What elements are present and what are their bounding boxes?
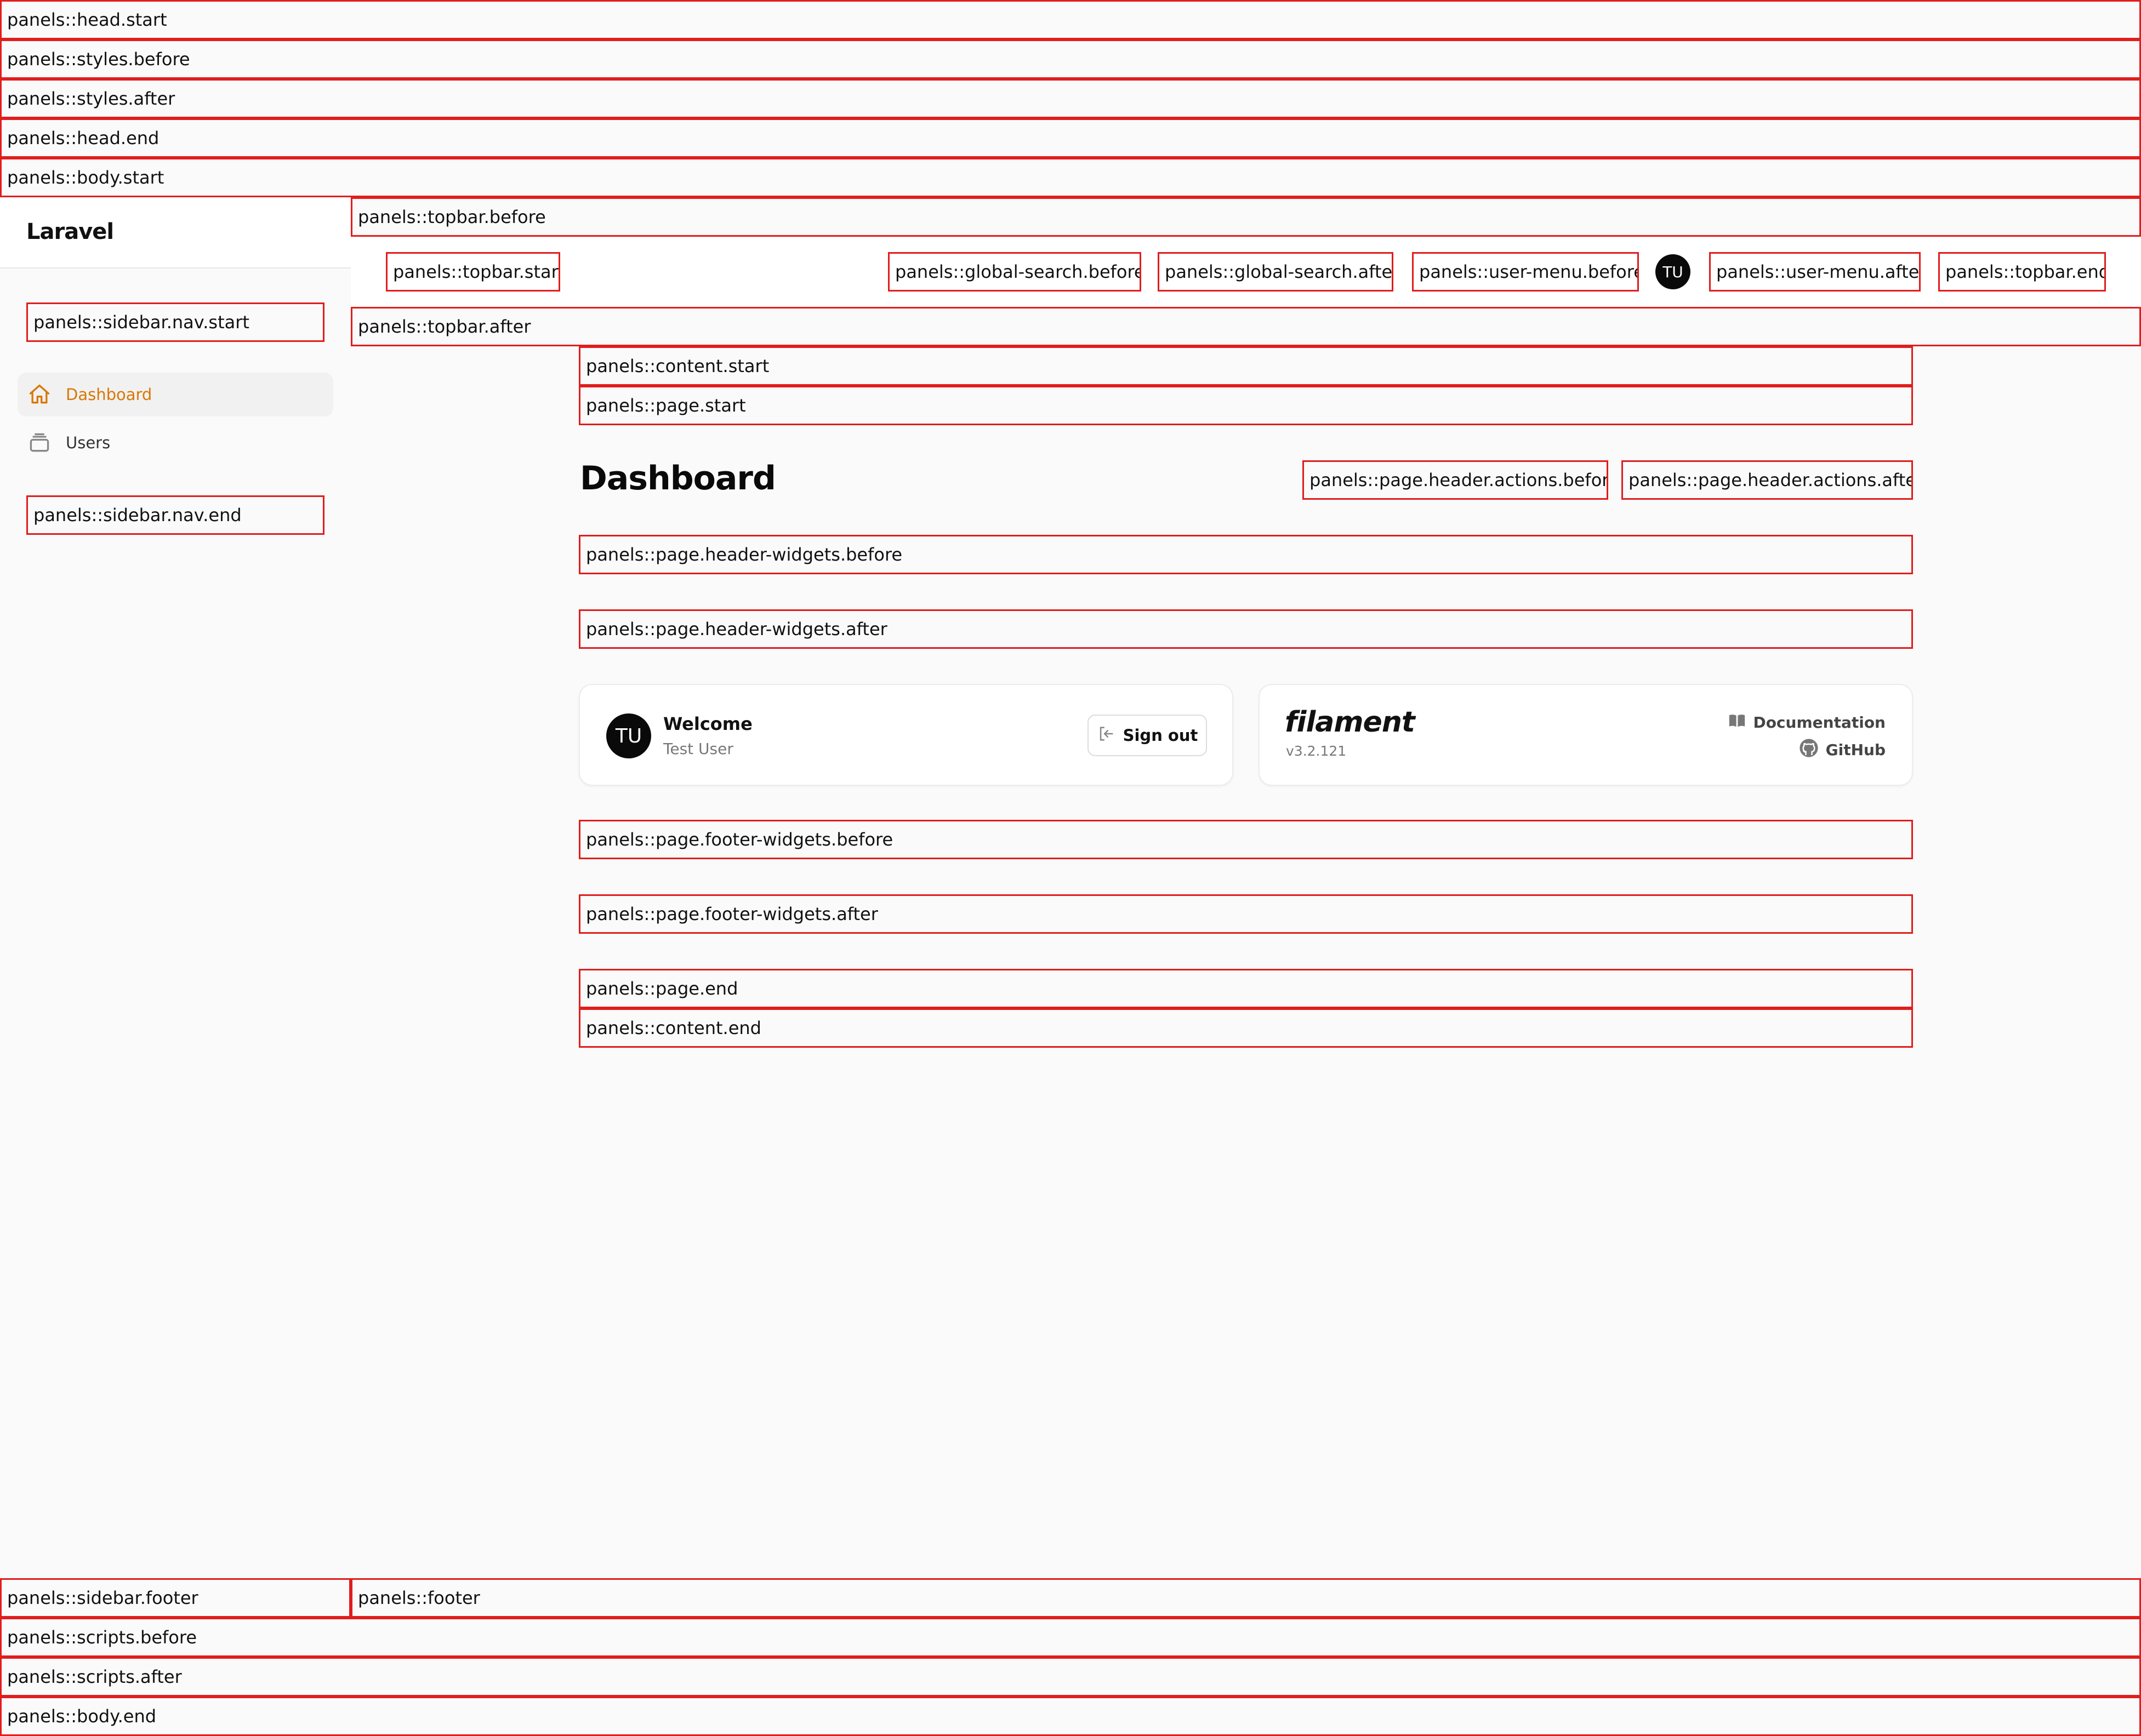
- hook-topbar-end: panels::topbar.end: [1938, 252, 2106, 292]
- hook-styles-before: panels::styles.before: [0, 39, 2141, 79]
- sign-out-label: Sign out: [1123, 726, 1198, 745]
- account-widget: TU Welcome Test User Sign out: [579, 684, 1233, 786]
- welcome-title: Welcome: [663, 713, 753, 734]
- brand-logo[interactable]: Laravel: [26, 219, 114, 244]
- hook-global-search-after: panels::global-search.after: [1158, 252, 1393, 292]
- hook-page-header-widgets-after: panels::page.header-widgets.after: [579, 609, 1913, 649]
- hook-styles-after: panels::styles.after: [0, 79, 2141, 118]
- avatar: TU: [606, 713, 651, 758]
- home-icon: [27, 382, 52, 407]
- hook-user-menu-after: panels::user-menu.after: [1709, 252, 1921, 292]
- hook-head-start: panels::head.start: [0, 0, 2141, 39]
- hook-page-header-actions-after: panels::page.header.actions.after: [1621, 460, 1913, 500]
- hook-footer: panels::footer: [351, 1578, 2141, 1618]
- hook-sidebar-nav-end: panels::sidebar.nav.end: [26, 495, 324, 535]
- hook-page-footer-widgets-before: panels::page.footer-widgets.before: [579, 820, 1913, 859]
- hook-page-start: panels::page.start: [579, 386, 1913, 425]
- user-name: Test User: [663, 740, 733, 758]
- collection-icon: [27, 431, 52, 455]
- github-label: GitHub: [1825, 741, 1886, 759]
- documentation-label: Documentation: [1753, 713, 1886, 732]
- hook-page-footer-widgets-after: panels::page.footer-widgets.after: [579, 894, 1913, 934]
- hook-topbar-after: panels::topbar.after: [351, 307, 2141, 346]
- sidebar-item-users[interactable]: Users: [18, 421, 333, 465]
- page-title: Dashboard: [580, 459, 776, 498]
- sidebar-item-label: Dashboard: [66, 385, 152, 404]
- hook-global-search-before: panels::global-search.before: [888, 252, 1141, 292]
- sign-out-button[interactable]: Sign out: [1087, 715, 1207, 756]
- hook-body-end: panels::body.end: [0, 1697, 2141, 1736]
- hook-topbar-before: panels::topbar.before: [351, 197, 2141, 237]
- hook-page-header-widgets-before: panels::page.header-widgets.before: [579, 535, 1913, 574]
- user-menu-avatar[interactable]: TU: [1655, 254, 1690, 289]
- hook-scripts-before: panels::scripts.before: [0, 1618, 2141, 1657]
- hook-content-end: panels::content.end: [579, 1008, 1913, 1048]
- hook-content-start: panels::content.start: [579, 346, 1913, 386]
- book-icon: [1728, 711, 1746, 734]
- hook-sidebar-nav-start: panels::sidebar.nav.start: [26, 302, 324, 342]
- github-link[interactable]: GitHub: [1798, 738, 1886, 762]
- hook-page-header-actions-before: panels::page.header.actions.before: [1302, 460, 1608, 500]
- hook-sidebar-footer: panels::sidebar.footer: [0, 1578, 351, 1618]
- filament-info-widget: filament v3.2.121 Documentation GitHub: [1259, 684, 1913, 786]
- sidebar-item-label: Users: [66, 433, 111, 452]
- hook-page-end: panels::page.end: [579, 969, 1913, 1008]
- hook-topbar-start: panels::topbar.start: [386, 252, 560, 292]
- hook-scripts-after: panels::scripts.after: [0, 1657, 2141, 1697]
- documentation-link[interactable]: Documentation: [1728, 711, 1886, 734]
- filament-version: v3.2.121: [1286, 743, 1347, 759]
- hook-head-end: panels::head.end: [0, 118, 2141, 158]
- filament-logo[interactable]: filament: [1285, 706, 1415, 739]
- hook-body-start: panels::body.start: [0, 158, 2141, 197]
- hook-user-menu-before: panels::user-menu.before: [1412, 252, 1639, 292]
- github-icon: [1798, 738, 1819, 762]
- sign-out-icon: [1097, 724, 1115, 747]
- sidebar-item-dashboard[interactable]: Dashboard: [18, 373, 333, 416]
